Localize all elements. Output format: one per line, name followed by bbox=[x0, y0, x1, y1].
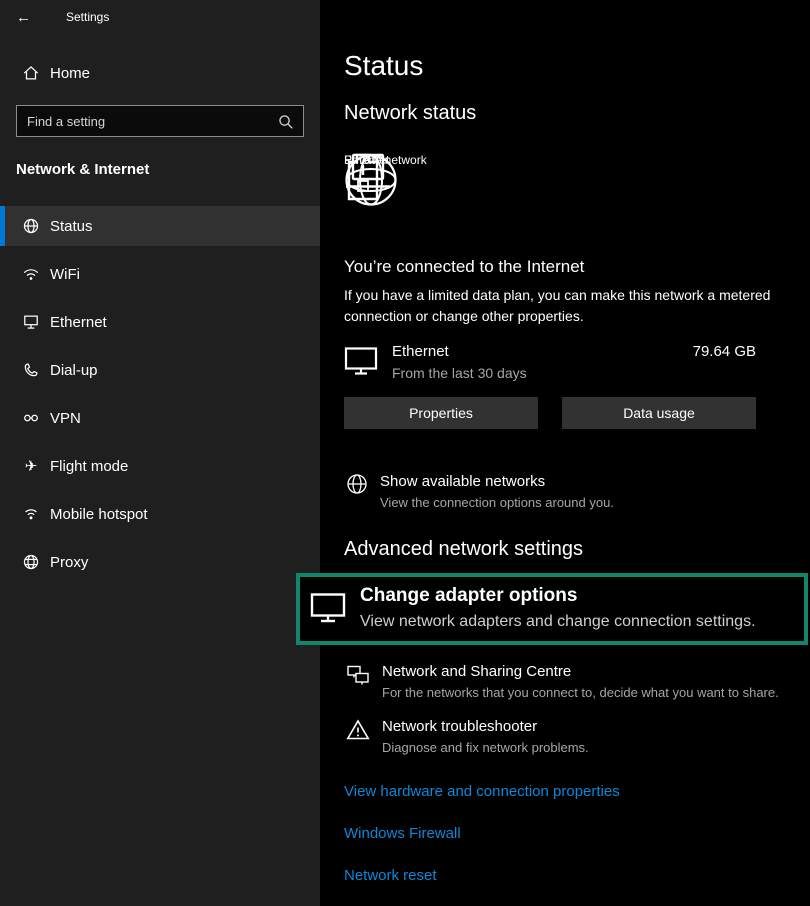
usage-period: From the last 30 days bbox=[392, 365, 527, 381]
sidebar-item-home[interactable]: Home bbox=[0, 53, 320, 93]
sidebar-section-title: Network & Internet bbox=[16, 161, 304, 178]
search-input[interactable] bbox=[17, 106, 303, 136]
sidebar-item-flight-mode[interactable]: ✈ Flight mode bbox=[0, 446, 320, 486]
link-windows-firewall[interactable]: Windows Firewall bbox=[344, 825, 794, 842]
change-adapter-options[interactable]: Change adapter options View network adap… bbox=[296, 573, 808, 645]
show-networks-title: Show available networks bbox=[380, 473, 614, 490]
sidebar-item-label: WiFi bbox=[50, 266, 80, 283]
data-usage-button[interactable]: Data usage bbox=[562, 397, 756, 429]
sidebar-item-ethernet[interactable]: Ethernet bbox=[0, 302, 320, 342]
link-network-reset[interactable]: Network reset bbox=[344, 867, 794, 884]
flight-mode-icon: ✈ bbox=[22, 457, 40, 475]
troubleshooter-title: Network troubleshooter bbox=[382, 718, 589, 735]
sidebar-item-mobile-hotspot[interactable]: Mobile hotspot bbox=[0, 494, 320, 534]
mobile-hotspot-icon bbox=[22, 505, 40, 523]
selected-accent-bar bbox=[0, 206, 5, 246]
app-title: Settings bbox=[66, 10, 109, 24]
data-plan-description: If you have a limited data plan, you can… bbox=[344, 285, 794, 327]
page-title: Status bbox=[344, 50, 794, 82]
sidebar: ← Settings Home Network & Internet bbox=[0, 0, 320, 906]
ethernet-monitor-icon bbox=[344, 346, 378, 376]
troubleshooter-subtitle: Diagnose and fix network problems. bbox=[382, 740, 589, 755]
warning-triangle-icon bbox=[346, 718, 370, 742]
home-icon bbox=[22, 64, 40, 82]
status-page: Status Network status Etherne bbox=[320, 0, 810, 906]
show-available-networks[interactable]: Show available networks View the connect… bbox=[344, 473, 794, 510]
settings-window: ← Settings Home Network & Internet bbox=[0, 0, 810, 906]
adapter-monitor-icon bbox=[310, 592, 346, 624]
wifi-icon bbox=[22, 265, 40, 283]
link-view-hardware-properties[interactable]: View hardware and connection properties bbox=[344, 783, 794, 800]
sidebar-item-vpn[interactable]: VPN bbox=[0, 398, 320, 438]
sidebar-item-label: Dial-up bbox=[50, 362, 98, 379]
titlebar: ← Settings bbox=[0, 0, 320, 34]
sharing-centre-title: Network and Sharing Centre bbox=[382, 663, 779, 680]
sharing-centre-subtitle: For the networks that you connect to, de… bbox=[382, 685, 779, 700]
sidebar-item-label: Proxy bbox=[50, 554, 88, 571]
available-networks-icon bbox=[346, 473, 368, 495]
sidebar-item-dialup[interactable]: Dial-up bbox=[0, 350, 320, 390]
vpn-icon bbox=[22, 409, 40, 427]
connection-state-text: You’re connected to the Internet bbox=[344, 257, 794, 277]
network-sharing-centre[interactable]: Network and Sharing Centre For the netwo… bbox=[344, 663, 794, 700]
search-icon[interactable] bbox=[277, 113, 295, 131]
advanced-settings-heading: Advanced network settings bbox=[344, 538, 794, 561]
sharing-centre-icon bbox=[346, 663, 370, 687]
sidebar-item-label: Ethernet bbox=[50, 314, 107, 331]
proxy-icon bbox=[22, 553, 40, 571]
show-networks-subtitle: View the connection options around you. bbox=[380, 495, 614, 510]
sidebar-item-status[interactable]: Status bbox=[0, 206, 320, 246]
usage-network-name: Ethernet bbox=[392, 343, 527, 360]
diagram-network-type-label: Private network bbox=[344, 153, 427, 167]
sidebar-nav: Status WiFi Ethernet bbox=[0, 206, 320, 582]
sidebar-item-label: Status bbox=[50, 218, 93, 235]
back-button[interactable]: ← bbox=[16, 9, 40, 26]
usage-amount: 79.64 GB bbox=[693, 343, 756, 360]
change-adapter-subtitle: View network adapters and change connect… bbox=[360, 612, 756, 631]
sidebar-item-label: VPN bbox=[50, 410, 81, 427]
network-troubleshooter[interactable]: Network troubleshooter Diagnose and fix … bbox=[344, 718, 794, 755]
status-icon bbox=[22, 217, 40, 235]
sidebar-item-label: Flight mode bbox=[50, 458, 128, 475]
network-status-heading: Network status bbox=[344, 102, 794, 125]
sidebar-item-proxy[interactable]: Proxy bbox=[0, 542, 320, 582]
ethernet-icon bbox=[22, 313, 40, 331]
dialup-phone-icon bbox=[22, 361, 40, 379]
sidebar-item-label: Home bbox=[50, 65, 90, 82]
network-diagram: Ethernet Private network bbox=[344, 153, 654, 241]
action-buttons: Properties Data usage bbox=[344, 397, 756, 429]
search-box[interactable] bbox=[16, 105, 304, 137]
ethernet-usage-row: Ethernet From the last 30 days 79.64 GB bbox=[344, 343, 756, 381]
sidebar-item-label: Mobile hotspot bbox=[50, 506, 148, 523]
sidebar-item-wifi[interactable]: WiFi bbox=[0, 254, 320, 294]
change-adapter-title: Change adapter options bbox=[360, 585, 756, 608]
properties-button[interactable]: Properties bbox=[344, 397, 538, 429]
